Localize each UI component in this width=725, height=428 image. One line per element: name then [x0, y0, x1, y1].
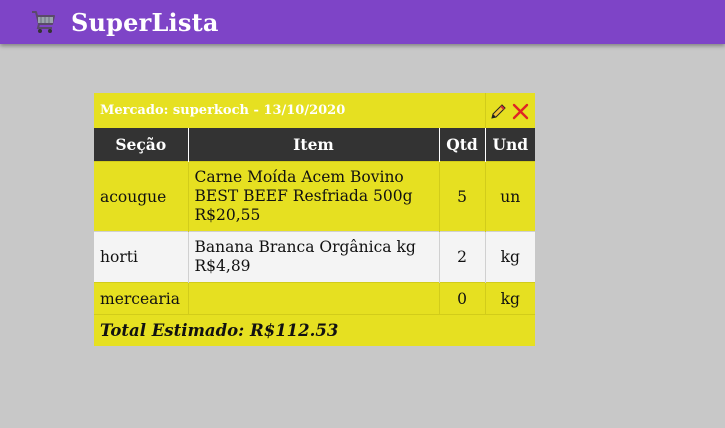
item-name-line: BEST BEEF Resfriada 500g: [194, 187, 413, 205]
cell-item: Banana Branca Orgânica kg R$4,89: [188, 231, 440, 283]
table-row[interactable]: horti Banana Branca Orgânica kg R$4,89 2…: [94, 231, 536, 283]
shopping-cart-icon: [32, 11, 55, 33]
app-title: SuperLista: [71, 7, 219, 37]
total-row: Total Estimado: R$112.53: [94, 314, 536, 346]
cell-item: Carne Moída Acem Bovino BEST BEEF Resfri…: [188, 161, 440, 232]
cell-und: kg: [485, 231, 536, 283]
column-header-und: Und: [485, 128, 536, 162]
cell-qtd: 2: [439, 231, 486, 283]
column-header-qtd: Qtd: [439, 128, 486, 162]
cell-und: kg: [485, 282, 536, 315]
shopping-list-card: Mercado: superkoch - 13/10/2020 Seção It…: [94, 93, 536, 346]
column-header-item: Item: [188, 128, 440, 162]
total-estimate: Total Estimado: R$112.53: [94, 314, 536, 346]
cell-qtd: 0: [439, 282, 486, 315]
item-name-line: Carne Moída Acem Bovino: [194, 168, 404, 186]
column-header-secao: Seção: [94, 128, 189, 162]
table-row[interactable]: acougue Carne Moída Acem Bovino BEST BEE…: [94, 161, 536, 232]
close-icon[interactable]: [512, 103, 529, 120]
item-name-line: Banana Branca Orgânica kg: [194, 238, 416, 256]
list-header-row: Mercado: superkoch - 13/10/2020: [94, 93, 536, 128]
cell-qtd: 5: [439, 161, 486, 232]
column-header-row: Seção Item Qtd Und: [94, 128, 536, 162]
shopping-list-table: Mercado: superkoch - 13/10/2020 Seção It…: [94, 93, 536, 346]
cell-secao: horti: [94, 231, 189, 283]
table-row[interactable]: mercearia 0 kg: [94, 282, 536, 315]
market-label: Mercado: superkoch - 13/10/2020: [94, 93, 486, 128]
item-price: R$4,89: [194, 257, 251, 275]
cell-secao: acougue: [94, 161, 189, 232]
pencil-icon[interactable]: [490, 103, 507, 120]
cell-secao: mercearia: [94, 282, 189, 315]
cell-item: [188, 282, 440, 315]
cell-und: un: [485, 161, 536, 232]
item-price: R$20,55: [194, 206, 261, 224]
app-header: SuperLista: [0, 0, 725, 44]
list-actions: [485, 93, 536, 128]
